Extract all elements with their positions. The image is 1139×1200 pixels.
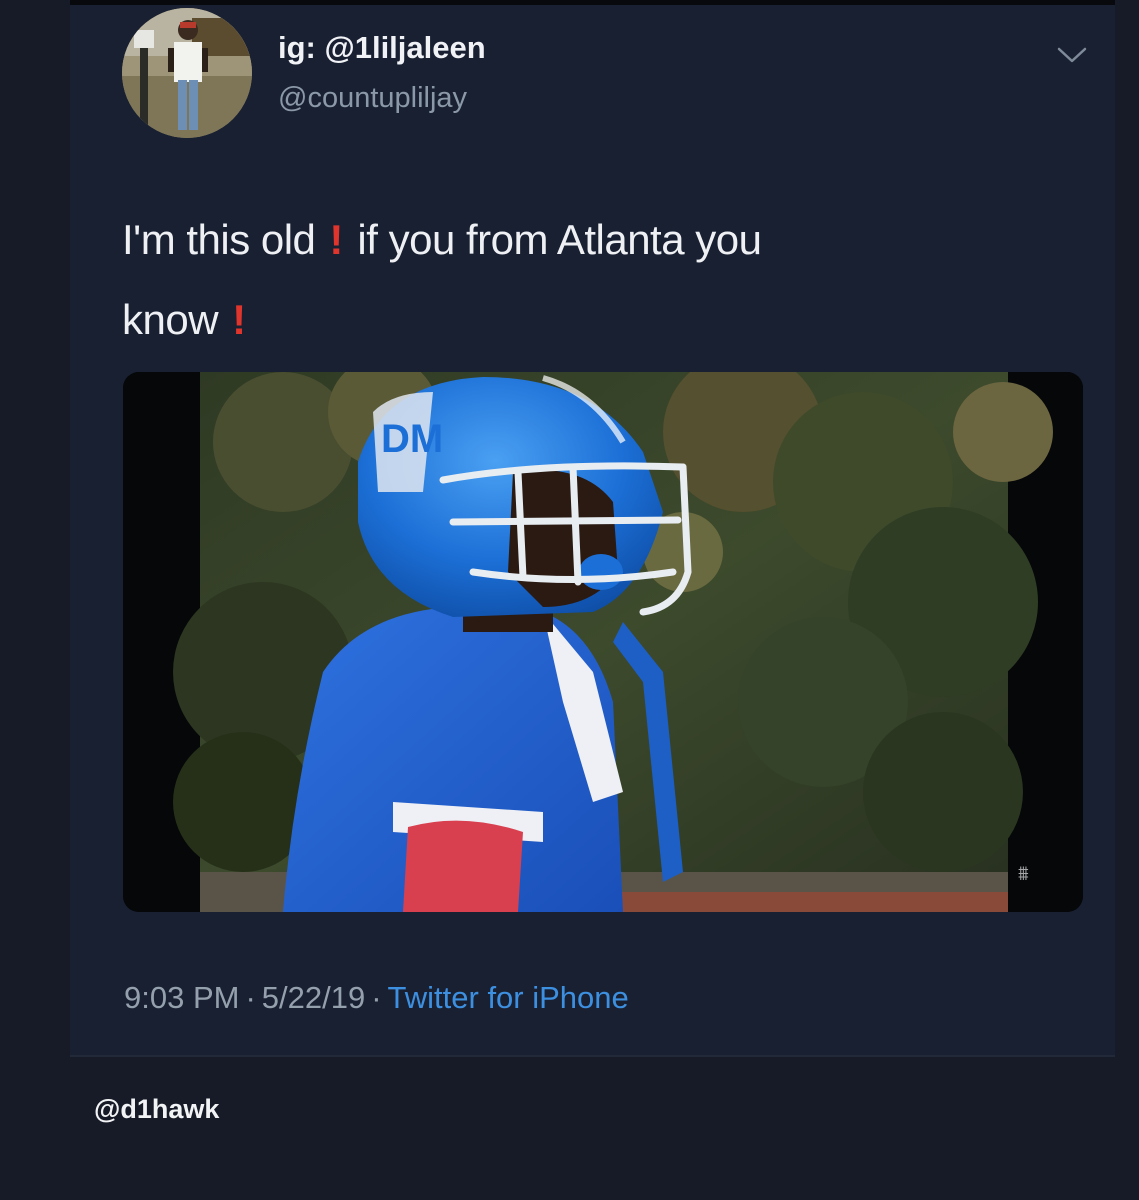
tweet-text-part-1: I'm this old	[122, 216, 316, 263]
tweet-text-part-2: if you from Atlanta you	[357, 216, 762, 263]
tweet-source-link[interactable]: Twitter for iPhone	[388, 980, 629, 1015]
user-handle[interactable]: @countupliljay	[278, 82, 467, 115]
tweet-text-line-2: know!	[122, 280, 1022, 360]
tweet-time: 9:03 PM	[124, 980, 240, 1015]
tweet-text-line-1: I'm this old! if you from Atlanta you	[122, 200, 1022, 280]
svg-text:DM: DM	[381, 417, 443, 461]
meta-separator: ·	[245, 980, 256, 1015]
screenshot-page: ig: @1liljaleen @countupliljay I'm this …	[0, 0, 1139, 1200]
red-exclamation-icon: !	[329, 216, 343, 263]
tweet-media[interactable]: DM ⩩	[123, 372, 1083, 912]
football-player-photo: DM ⩩	[123, 372, 1083, 912]
svg-text:⩩: ⩩	[1018, 863, 1029, 885]
avatar-photo	[122, 8, 252, 138]
red-exclamation-icon: !	[232, 296, 246, 343]
meta-separator: ·	[371, 980, 382, 1015]
display-name[interactable]: ig: @1liljaleen	[278, 30, 486, 66]
tweet-date: 5/22/19	[261, 980, 366, 1015]
credit-watermark: @d1hawk	[94, 1094, 220, 1124]
tweet-meta: 9:03 PM · 5/22/19 · Twitter for iPhone	[124, 980, 629, 1016]
avatar[interactable]	[122, 8, 252, 138]
tweet-text: I'm this old! if you from Atlanta you kno…	[122, 200, 1022, 360]
tweet-text-part-3: know	[122, 296, 219, 343]
chevron-down-icon[interactable]	[1055, 42, 1089, 68]
